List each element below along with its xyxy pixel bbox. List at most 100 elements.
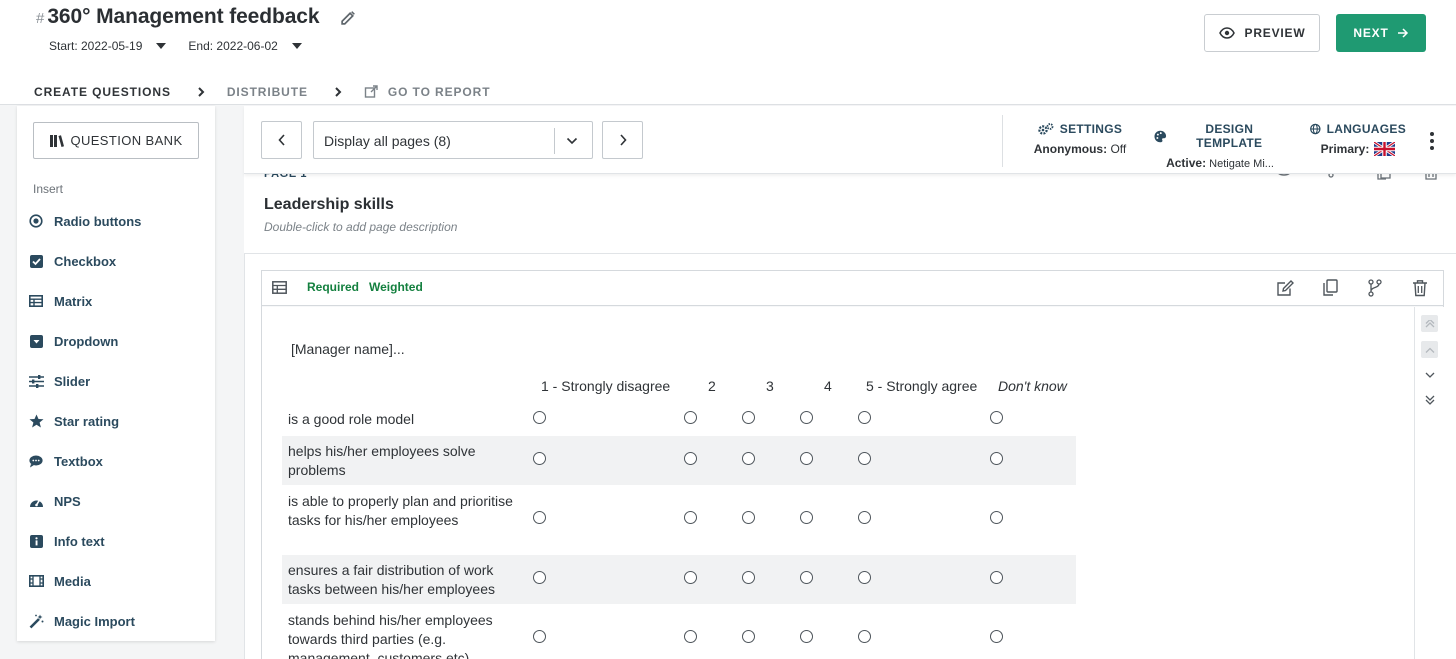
matrix-row-label: is able to properly plan and prioritise …	[288, 493, 513, 528]
insert-heading: Insert	[33, 182, 64, 196]
question-bank-button[interactable]: QUESTION BANK	[33, 122, 199, 159]
anonymous-value: Off	[1107, 142, 1127, 156]
survey-title-row: # 360° Management feedback	[36, 5, 357, 29]
external-link-icon	[364, 85, 378, 99]
insert-magic-import[interactable]: Magic Import	[28, 613, 135, 629]
end-date-dropdown[interactable]: End: 2022-06-02	[188, 39, 302, 53]
active-key: Active:	[1166, 156, 1207, 170]
matrix-radio[interactable]	[684, 452, 697, 465]
matrix-radio[interactable]	[858, 571, 871, 584]
top-header: # 360° Management feedback Start: 2022-0…	[0, 0, 1456, 108]
matrix-radio[interactable]	[742, 411, 755, 424]
insert-textbox[interactable]: Textbox	[28, 453, 103, 469]
matrix-radio[interactable]	[800, 571, 813, 584]
design-template-label: DESIGN TEMPLATE	[1196, 122, 1263, 150]
insert-item-label: Radio buttons	[54, 213, 142, 229]
move-down-icon[interactable]	[1421, 366, 1438, 383]
matrix-radio[interactable]	[533, 511, 546, 524]
question-text[interactable]: [Manager name]...	[291, 341, 405, 357]
question-body: [Manager name]... 1 - Strongly disagree …	[262, 307, 1414, 659]
dropdown-divider	[554, 128, 555, 154]
previous-page-button[interactable]	[261, 121, 302, 159]
column-header: 1 - Strongly disagree	[541, 378, 671, 394]
palette-icon	[1154, 130, 1167, 142]
languages-button[interactable]: LANGUAGES Primary:	[1310, 122, 1406, 156]
matrix-radio[interactable]	[800, 411, 813, 424]
more-options-kebab-icon[interactable]	[1429, 132, 1435, 150]
matrix-radio[interactable]	[990, 411, 1003, 424]
insert-nps[interactable]: NPS	[28, 493, 81, 509]
settings-button[interactable]: SETTINGS Anonymous: Off	[1032, 122, 1128, 156]
copy-question-icon[interactable]	[1322, 279, 1338, 302]
speech-bubble-icon	[28, 453, 44, 469]
matrix-row-label: stands behind his/her employees towards …	[288, 612, 493, 659]
insert-slider[interactable]: Slider	[28, 373, 90, 389]
caret-down-icon	[156, 43, 167, 49]
page-description-placeholder[interactable]: Double-click to add page description	[264, 220, 457, 234]
chevron-right-icon	[619, 134, 627, 146]
matrix-row: ensures a fair distribution of work task…	[282, 555, 1076, 604]
next-page-button[interactable]	[602, 121, 643, 159]
matrix-radio[interactable]	[533, 452, 546, 465]
settings-label: SETTINGS	[1059, 122, 1123, 136]
insert-star-rating[interactable]: Star rating	[28, 413, 119, 429]
insert-item-label: Textbox	[54, 453, 103, 469]
matrix-radio[interactable]	[990, 571, 1003, 584]
insert-info-text[interactable]: Info text	[28, 533, 105, 549]
move-to-top-icon[interactable]	[1421, 315, 1438, 332]
page-select-dropdown[interactable]: Display all pages (8)	[313, 121, 593, 159]
matrix-radio[interactable]	[858, 452, 871, 465]
insert-radio-buttons[interactable]: Radio buttons	[28, 213, 141, 229]
page-title[interactable]: Leadership skills	[264, 196, 394, 214]
matrix-radio[interactable]	[684, 571, 697, 584]
insert-matrix[interactable]: Matrix	[28, 293, 92, 309]
start-date-dropdown[interactable]: Start: 2022-05-19	[49, 39, 167, 53]
column-header: 3	[766, 378, 774, 394]
preview-label: PREVIEW	[1244, 26, 1306, 40]
matrix-radio[interactable]	[990, 630, 1003, 643]
matrix-radio[interactable]	[533, 571, 546, 584]
move-up-icon[interactable]	[1421, 341, 1438, 358]
branching-icon[interactable]	[1368, 279, 1382, 302]
matrix-radio[interactable]	[858, 411, 871, 424]
next-button[interactable]: NEXT	[1336, 14, 1426, 52]
matrix-radio[interactable]	[684, 630, 697, 643]
matrix-radio[interactable]	[990, 511, 1003, 524]
column-header: 4	[824, 378, 832, 394]
step-go-to-report[interactable]: GO TO REPORT	[388, 85, 491, 99]
books-icon	[50, 134, 65, 147]
delete-question-icon[interactable]	[1412, 279, 1428, 302]
insert-checkbox[interactable]: Checkbox	[28, 253, 116, 269]
matrix-radio[interactable]	[533, 411, 546, 424]
matrix-radio[interactable]	[742, 511, 755, 524]
matrix-radio[interactable]	[990, 452, 1003, 465]
next-label: NEXT	[1353, 26, 1389, 40]
insert-item-label: Dropdown	[54, 333, 119, 349]
move-to-bottom-icon[interactable]	[1421, 391, 1438, 408]
insert-dropdown[interactable]: Dropdown	[28, 333, 118, 349]
matrix-radio[interactable]	[684, 511, 697, 524]
matrix-radio[interactable]	[533, 630, 546, 643]
end-date-label: End: 2022-06-02	[188, 39, 278, 53]
matrix-radio[interactable]	[858, 630, 871, 643]
magic-wand-icon	[28, 613, 44, 629]
matrix-radio[interactable]	[800, 630, 813, 643]
matrix-radio[interactable]	[742, 630, 755, 643]
matrix-radio[interactable]	[858, 511, 871, 524]
step-create-questions[interactable]: CREATE QUESTIONS	[34, 85, 171, 108]
edit-question-icon[interactable]	[1276, 279, 1295, 302]
matrix-radio[interactable]	[742, 452, 755, 465]
survey-title[interactable]: 360° Management feedback	[47, 5, 319, 29]
matrix-radio[interactable]	[800, 452, 813, 465]
matrix-radio[interactable]	[800, 511, 813, 524]
insert-media[interactable]: Media	[28, 573, 91, 589]
matrix-radio[interactable]	[742, 571, 755, 584]
design-template-button[interactable]: DESIGN TEMPLATE Active: Netigate Mi...	[1154, 122, 1286, 170]
matrix-radio[interactable]	[684, 411, 697, 424]
anonymous-key: Anonymous:	[1033, 142, 1108, 156]
chevron-down-icon	[566, 134, 578, 150]
page-header: PAGE 1 Leadership skills Double-click to…	[244, 168, 1456, 254]
preview-button[interactable]: PREVIEW	[1204, 14, 1320, 52]
step-distribute[interactable]: DISTRIBUTE	[227, 85, 308, 99]
edit-title-pencil-icon[interactable]	[339, 8, 357, 26]
